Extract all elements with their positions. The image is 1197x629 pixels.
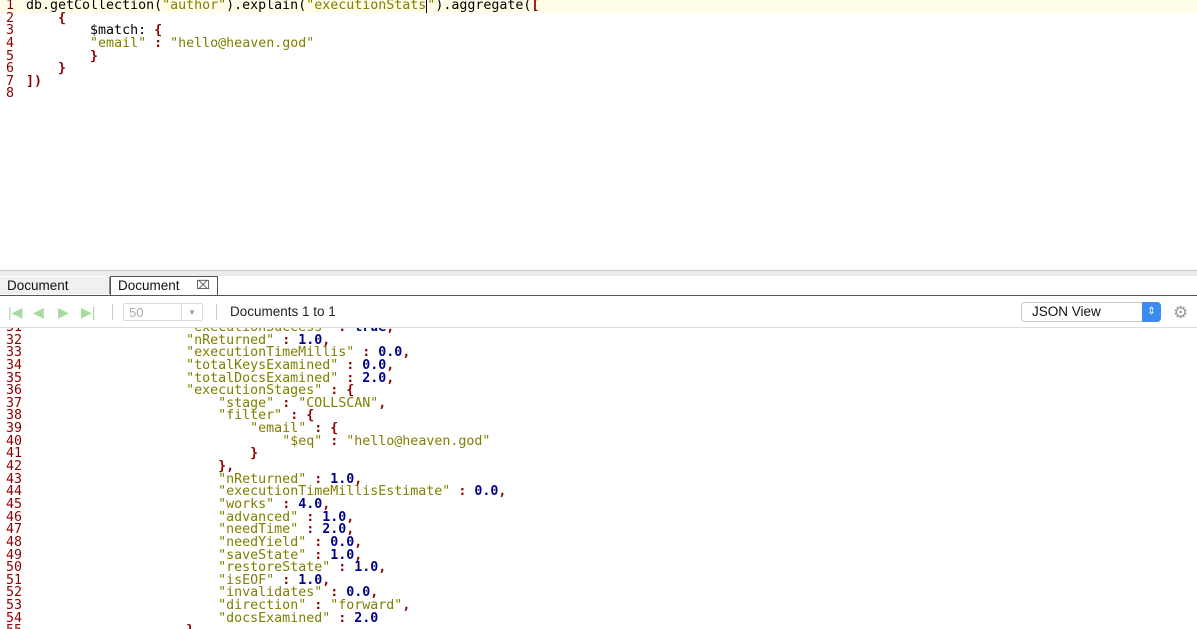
code-token: 1.0 [354,560,379,576]
code-token: "executionStats [306,0,427,13]
document-count: Documents 1 to 1 [230,304,336,319]
chevron-down-icon: ▾ [181,304,202,320]
stepper-icon: ⇕ [1142,302,1161,322]
code-text: ]) [26,73,43,89]
query-editor[interactable]: 1 db.getCollection("author").explain("exe… [0,0,1197,271]
code-line: 6 } [0,61,1197,77]
code-line: 55 }, [0,623,1197,629]
code-token: true [354,328,386,335]
code-line: 8 [0,88,1197,101]
previous-page-icon[interactable]: ◀ [33,305,49,319]
code-token: , [386,370,395,386]
code-token: , [378,560,387,576]
tab-document-2[interactable]: Document ⌧ [110,276,218,295]
code-token: 2.0 [362,370,387,386]
gear-icon[interactable]: ⚙ [1173,303,1188,323]
code-token: , [386,328,394,335]
last-page-icon[interactable]: ▶| [81,305,97,319]
line-number: 55 [0,624,26,629]
tab-label: Document [7,278,69,293]
code-token: , [402,598,411,614]
view-mode-value: JSON View [1032,304,1101,319]
next-page-icon[interactable]: ▶ [58,305,74,319]
tab-label: Document [118,278,180,293]
divider [112,304,113,320]
code-line: 4 "email" : "hello@heaven.god" [0,35,1197,51]
code-token: } [250,446,259,462]
line-number: 8 [6,86,15,102]
page-size-value: 50 [129,305,144,320]
code-token: [ [531,0,540,13]
code-line: 5 } [0,48,1197,64]
tab-document-1[interactable]: Document [0,277,110,294]
first-page-icon[interactable]: |◀ [8,305,24,319]
code-line: 2 { [0,11,1197,26]
divider [216,304,217,320]
code-token: ).aggregate( [435,0,532,13]
code-token: 2.0 [354,610,379,626]
code-token: } [90,48,99,64]
results-toolbar: |◀ ◀ ▶ ▶| 50 ▾ Documents 1 to 1 JSON View… [0,296,1197,328]
code-token: "email" [90,35,147,51]
close-tab-icon[interactable]: ⌧ [196,277,210,294]
code-token: } [58,61,67,77]
page-size-select[interactable]: 50 ▾ [123,303,203,321]
code-text: }, [26,623,202,629]
code-token: "author" [162,0,227,13]
code-token: "hello@heaven.god" [170,35,315,51]
code-token: "docsExamined" [218,610,331,626]
view-mode-select[interactable]: JSON View ⇕ [1021,302,1161,322]
code-token: ).explain( [226,0,307,13]
json-results[interactable]: 31 "executionSuccess" : true,32 "nReturn… [0,328,1197,629]
code-token: "$eq" [282,433,323,449]
code-token: }, [186,623,202,629]
code-line: 7]) [0,73,1197,89]
result-tabs: Document Document ⌧ [0,276,1197,296]
code-token: , [498,484,507,500]
code-token: , [402,345,411,361]
code-line: 1 db.getCollection("author").explain("exe… [0,0,1197,13]
code-token: : [154,35,163,51]
code-token: , [378,395,387,411]
code-token: 0.0 [474,484,499,500]
code-text: db.getCollection("author").explain("exec… [26,0,539,13]
code-token: ]) [26,73,43,89]
code-token: "hello@heaven.god" [346,433,491,449]
